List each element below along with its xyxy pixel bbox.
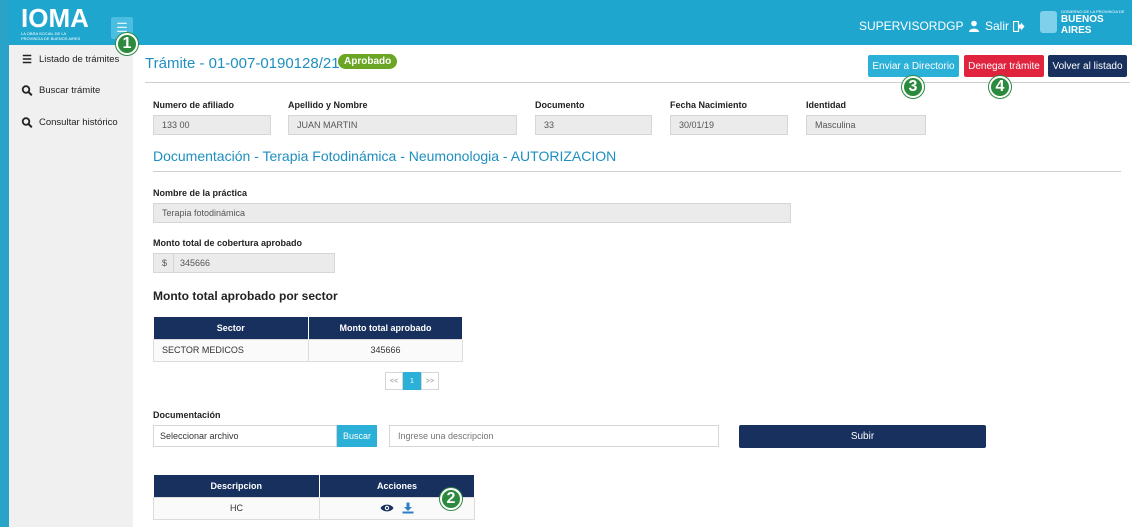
table-row: SECTOR MEDICOS 345666 xyxy=(153,338,463,362)
practice-field: Terapia fotodinámica xyxy=(153,203,791,223)
pagination: << 1 >> xyxy=(385,372,439,390)
table-cell: 345666 xyxy=(308,338,463,362)
coverage-amount-label: Monto total de cobertura aprobado xyxy=(153,238,303,248)
afiliado-number-label: Numero de afiliado xyxy=(153,100,235,110)
name-label: Apellido y Nombre xyxy=(288,100,368,110)
description-input[interactable] xyxy=(389,425,719,447)
user-menu[interactable]: SUPERVISORDGP xyxy=(859,19,980,33)
user-icon xyxy=(969,20,980,32)
eye-icon[interactable] xyxy=(380,503,394,513)
sector-amount-heading: Monto total aprobado por sector xyxy=(153,289,338,303)
file-select-field[interactable]: Seleccionar archivo xyxy=(153,425,337,447)
upload-label: Documentación xyxy=(153,410,221,420)
section-heading: Documentación - Terapia Fotodinámica - N… xyxy=(153,148,617,164)
name-field: JUAN MARTIN xyxy=(288,115,517,135)
callout-marker: 3 xyxy=(902,76,924,98)
coverage-amount-value: 345666 xyxy=(180,258,211,268)
birthdate-label: Fecha Nacimiento xyxy=(670,100,748,110)
logo-text: IOMA xyxy=(21,3,89,33)
sidebar-item-historico[interactable]: Consultar histórico xyxy=(21,117,118,128)
document-field: 33 xyxy=(535,115,652,135)
birthdate-field: 30/01/19 xyxy=(670,115,788,135)
browse-button[interactable]: Buscar xyxy=(337,425,377,447)
app-window: IOMA LA OBRA SOCIAL DE LA PROVINCIA DE B… xyxy=(9,0,1132,527)
table-cell: HC xyxy=(153,496,320,520)
afiliado-number-field: 133 00 xyxy=(153,115,271,135)
list-icon: ☰ xyxy=(22,54,32,66)
sidebar-item-listado[interactable]: ☰ Listado de trámites xyxy=(21,53,119,66)
search-icon xyxy=(21,85,33,96)
column-header: Monto total aprobado xyxy=(308,317,463,339)
column-header: Sector xyxy=(153,317,309,339)
logout-label: Salir xyxy=(985,19,1010,33)
identity-label: Identidad xyxy=(806,100,846,110)
sidebar-item-label: Buscar trámite xyxy=(39,85,101,96)
divider xyxy=(145,82,1130,83)
practice-label: Nombre de la práctica xyxy=(153,188,248,198)
sidebar-item-label: Consultar histórico xyxy=(39,117,118,128)
callout-marker: 4 xyxy=(989,76,1011,98)
search-icon xyxy=(21,117,33,128)
upload-button[interactable]: Subir xyxy=(739,425,986,448)
sector-table: Sector Monto total aprobado SECTOR MEDIC… xyxy=(153,317,463,362)
ba-logo-big: BUENOS AIRES xyxy=(1060,13,1104,36)
document-label: Documento xyxy=(535,100,585,110)
username: SUPERVISORDGP xyxy=(859,19,964,33)
identity-field: Masculina xyxy=(806,115,926,135)
currency-symbol: $ xyxy=(154,254,175,272)
callout-marker: 1 xyxy=(116,33,138,55)
deny-tramite-button[interactable]: Denegar trámite xyxy=(964,55,1044,77)
ioma-logo[interactable]: IOMA LA OBRA SOCIAL DE LA PROVINCIA DE B… xyxy=(21,5,89,41)
column-header: Descripcion xyxy=(153,475,320,497)
buenos-aires-logo: GOBIERNO DE LA PROVINCIA DE BUENOS AIRES xyxy=(1040,8,1132,36)
page-title: Trámite - 01-007-0190128/21 xyxy=(145,55,340,72)
ba-emblem-icon xyxy=(1040,11,1057,33)
main-content: Trámite - 01-007-0190128/21 Aprobado Env… xyxy=(133,45,1132,527)
sidebar-item-buscar[interactable]: Buscar trámite xyxy=(21,85,100,96)
table-row: HC xyxy=(153,496,475,520)
download-icon[interactable] xyxy=(402,502,414,514)
pagination-prev[interactable]: << xyxy=(385,372,403,390)
sidebar-item-label: Listado de trámites xyxy=(39,54,120,65)
top-bar: IOMA LA OBRA SOCIAL DE LA PROVINCIA DE B… xyxy=(9,0,1132,45)
coverage-amount-field: $ 345666 xyxy=(153,253,335,273)
logout-icon xyxy=(1013,20,1025,32)
logout-button[interactable]: Salir xyxy=(985,19,1025,33)
table-cell: SECTOR MEDICOS xyxy=(153,338,309,362)
send-to-directorio-button[interactable]: Enviar a Directorio xyxy=(868,55,959,77)
documents-table: Descripcion Acciones HC xyxy=(153,475,475,520)
back-to-list-button[interactable]: Volver al listado xyxy=(1048,55,1127,77)
sidebar: ☰ Listado de trámites Buscar trámite Con… xyxy=(9,45,133,527)
ba-logo-small: GOBIERNO DE LA PROVINCIA DE xyxy=(1060,8,1125,14)
callout-marker: 2 xyxy=(440,488,462,510)
pagination-page[interactable]: 1 xyxy=(403,372,421,390)
divider xyxy=(153,171,1121,172)
status-badge: Aprobado xyxy=(338,54,398,69)
pagination-next[interactable]: >> xyxy=(421,372,439,390)
